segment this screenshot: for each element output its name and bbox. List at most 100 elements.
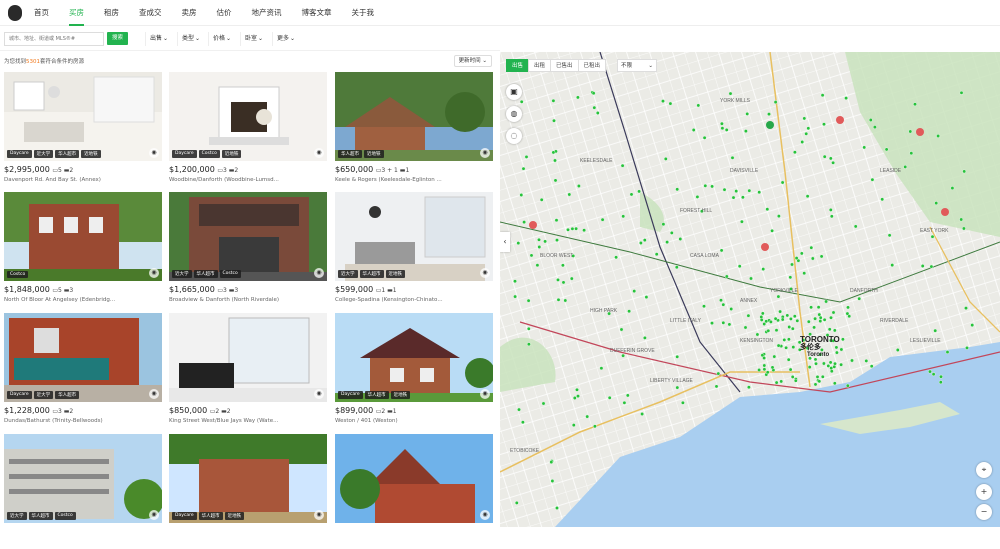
listing-pin[interactable] [516, 241, 521, 246]
search-button[interactable]: 搜索 [107, 32, 128, 45]
listing-pin[interactable] [791, 345, 796, 349]
listing-pin[interactable] [720, 126, 725, 131]
listing-pin[interactable] [829, 369, 834, 374]
listing-pin[interactable] [622, 400, 627, 405]
camera-icon[interactable]: ◉ [480, 148, 490, 158]
listing-pin[interactable] [585, 414, 590, 419]
listing-pin[interactable] [721, 302, 726, 307]
map-tab[interactable]: 出售 [506, 59, 530, 72]
listing-pin[interactable] [965, 345, 969, 350]
listing-pin[interactable] [638, 241, 643, 245]
listing-pin[interactable] [822, 122, 826, 127]
listing-pin[interactable] [773, 100, 778, 104]
listing-pin[interactable] [813, 316, 817, 321]
listing-pin[interactable] [567, 192, 572, 197]
listing-pin[interactable] [746, 385, 751, 390]
listing-pin[interactable] [895, 348, 900, 352]
listing-pin[interactable] [710, 321, 714, 325]
listing-pin[interactable] [785, 313, 790, 318]
listing-card[interactable]: 近大学 华人超市 Costco ◉ [4, 434, 162, 549]
listing-pin[interactable] [553, 158, 557, 163]
listing-pin[interactable] [702, 135, 707, 140]
listing-pin[interactable] [846, 305, 850, 310]
zoom-out-button[interactable]: − [976, 504, 992, 520]
listing-pin[interactable] [768, 319, 773, 324]
listing-pin[interactable] [868, 118, 873, 122]
nav-item[interactable]: 卖房 [182, 0, 197, 26]
listing-pin[interactable] [556, 277, 560, 282]
listing-pin[interactable] [864, 358, 869, 363]
listing-pin[interactable] [908, 129, 913, 134]
listing-pin[interactable] [786, 337, 791, 342]
listing-pin[interactable] [780, 180, 785, 185]
listing-pin[interactable] [773, 316, 778, 321]
listing-pin[interactable] [795, 318, 800, 323]
listing-pin[interactable] [665, 240, 670, 245]
listing-pin[interactable] [804, 131, 809, 136]
listing-pin[interactable] [787, 325, 792, 329]
listing-card[interactable]: Daycare 华人超市 近地铁 ◉ [169, 434, 327, 549]
listing-pin[interactable] [903, 165, 908, 169]
listing-pin[interactable] [637, 189, 642, 194]
listing-pin[interactable] [644, 295, 649, 300]
listing-pin[interactable] [938, 380, 943, 385]
listing-pin[interactable] [654, 252, 659, 257]
listing-pin[interactable] [731, 195, 736, 200]
map-tab[interactable]: 已租出 [577, 59, 607, 72]
layers-icon[interactable]: ▣ [506, 84, 522, 100]
listing-pin[interactable] [537, 237, 541, 242]
listing-pin[interactable] [566, 227, 570, 232]
listing-pin[interactable] [619, 327, 624, 332]
listing-pin[interactable] [552, 118, 556, 123]
listing-pin[interactable] [595, 111, 600, 115]
listing-pin[interactable] [757, 368, 761, 372]
listing-pin[interactable] [724, 274, 729, 279]
listing-pin[interactable] [786, 357, 791, 362]
listing-photo[interactable]: 近大学 华人超市 近地铁 ◉ [335, 192, 493, 281]
listing-pin[interactable] [576, 95, 580, 100]
listing-pin[interactable] [776, 343, 781, 348]
listing-pin[interactable] [807, 365, 812, 369]
listing-pin[interactable] [809, 245, 814, 250]
listing-address[interactable]: College-Spadina (Kensington-Chinato... [335, 297, 490, 303]
listing-pin[interactable] [591, 91, 596, 96]
listing-pin[interactable] [722, 187, 727, 192]
listing-pin[interactable] [760, 311, 765, 316]
listing-photo[interactable]: ◉ [169, 313, 327, 402]
listing-pin[interactable] [734, 189, 739, 194]
nav-item[interactable]: 估价 [217, 0, 232, 26]
listing-pin[interactable] [749, 276, 753, 281]
listing-pin[interactable] [800, 140, 805, 144]
listing-card[interactable]: Costco ◉ $1,848,000 ▭5 ▬3 North Of Bloor At… [4, 192, 162, 307]
listing-pin[interactable] [663, 157, 668, 161]
listing-pin[interactable] [514, 500, 519, 505]
listing-pin[interactable] [520, 420, 525, 425]
listing-pin[interactable] [746, 313, 751, 318]
listing-address[interactable]: Davenport Rd. And Bay St. (Annex) [4, 177, 159, 183]
listing-photo[interactable]: Daycare Costco 近地铁 ◉ [169, 72, 327, 161]
listing-pin[interactable] [728, 91, 733, 96]
listing-pin[interactable] [549, 460, 554, 464]
listing-pin[interactable] [880, 197, 885, 202]
listing-pin[interactable] [730, 155, 735, 160]
poi-pin[interactable] [941, 208, 949, 216]
listing-pin[interactable] [642, 238, 647, 243]
listing-card[interactable]: 近大学 华人超市 近地铁 ◉ $599,000 ▭1 ▬1 College-Spadina… [335, 192, 493, 307]
listing-pin[interactable] [790, 374, 795, 379]
listing-pin[interactable] [551, 98, 556, 103]
nav-item[interactable]: 地产资讯 [252, 0, 282, 26]
listing-pin[interactable] [674, 265, 679, 270]
listing-pin[interactable] [778, 309, 782, 314]
listing-pin[interactable] [928, 369, 932, 374]
listing-card[interactable]: Daycare 近大学 华人超市 ◉ $1,228,000 ▭3 ▬2 Dundas/Ba… [4, 313, 162, 428]
listing-pin[interactable] [537, 245, 542, 249]
listing-pin[interactable] [521, 166, 526, 171]
listing-photo[interactable]: Daycare 近大学 华人超市 近地铁 ◉ [4, 72, 162, 161]
listing-pin[interactable] [936, 134, 940, 138]
listing-pin[interactable] [822, 154, 827, 159]
listing-pin[interactable] [829, 315, 833, 320]
listing-pin[interactable] [850, 358, 854, 363]
listing-pin[interactable] [680, 400, 685, 405]
camera-icon[interactable]: ◉ [314, 389, 324, 399]
listing-pin[interactable] [747, 188, 752, 193]
